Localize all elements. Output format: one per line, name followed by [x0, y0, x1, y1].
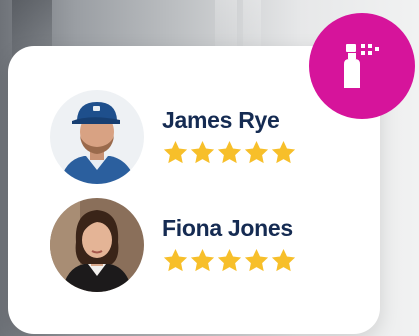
star-icon: [217, 140, 242, 163]
avatar-man-cap-icon: [50, 90, 144, 184]
spray-bottle-icon: [344, 44, 379, 88]
star-icon: [190, 248, 215, 271]
reviewer-name: James Rye: [162, 107, 280, 134]
star-icon: [244, 248, 269, 271]
star-icon: [271, 248, 296, 271]
review-item: James Rye: [50, 90, 297, 184]
star-icon: [217, 248, 242, 271]
avatar-woman-icon: [50, 198, 144, 292]
review-item: Fiona Jones: [50, 198, 297, 292]
star-rating: [162, 139, 297, 166]
star-rating: [162, 247, 297, 274]
reviewer-name: Fiona Jones: [162, 215, 293, 242]
avatar: [50, 198, 144, 292]
star-icon: [163, 140, 188, 163]
avatar: [50, 90, 144, 184]
star-icon: [190, 140, 215, 163]
spray-bottle-badge: [309, 13, 415, 119]
star-icon: [163, 248, 188, 271]
background-photo: James Rye Fiona Jones: [0, 0, 419, 336]
star-icon: [271, 140, 296, 163]
star-icon: [244, 140, 269, 163]
